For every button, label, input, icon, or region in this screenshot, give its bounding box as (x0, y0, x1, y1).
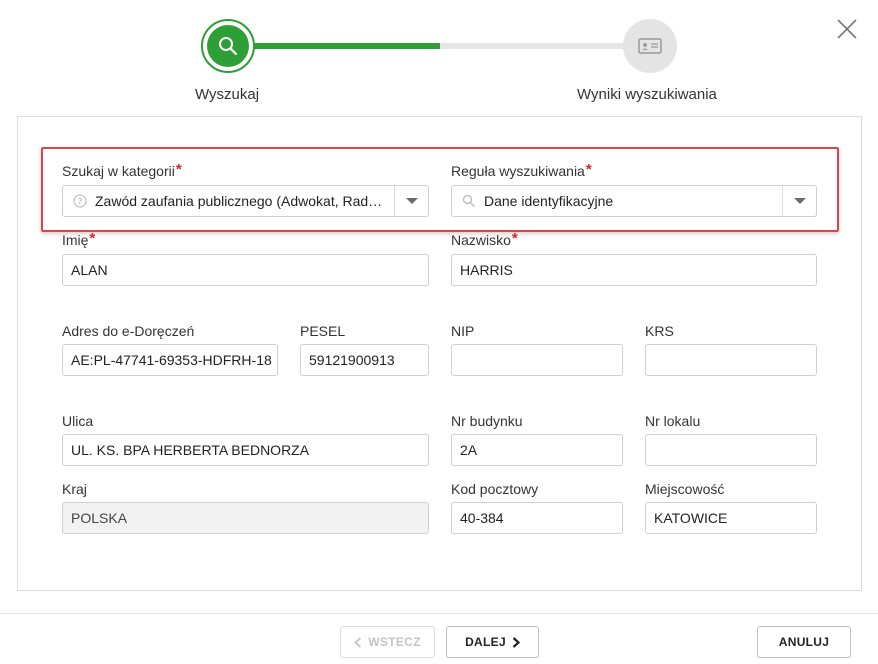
city-input[interactable]: KATOWICE (645, 502, 817, 534)
nip-label: NIP (451, 323, 475, 339)
rule-dropdown-toggle[interactable] (782, 186, 816, 216)
back-button-label: WSTECZ (368, 635, 421, 649)
rule-label: Reguła wyszukiwania* (451, 161, 592, 179)
krs-label: KRS (645, 323, 674, 339)
chevron-down-icon (793, 198, 806, 204)
category-value: Zawód zaufania publicznego (Adwokat, Rad… (95, 193, 394, 209)
footer-divider (0, 613, 878, 614)
building-input[interactable]: 2A (451, 434, 623, 466)
search-icon (462, 194, 475, 207)
postal-code-label: Kod pocztowy (451, 481, 539, 497)
postal-code-input[interactable]: 40-384 (451, 502, 623, 534)
back-button[interactable]: WSTECZ (340, 626, 435, 658)
id-card-icon (638, 38, 662, 54)
help-circle-icon: ? (73, 194, 87, 208)
svg-text:?: ? (78, 198, 83, 208)
first-name-label: Imię* (62, 230, 96, 248)
rule-value: Dane identyfikacyjne (484, 193, 614, 209)
apartment-input[interactable] (645, 434, 817, 466)
step-search[interactable] (201, 19, 255, 73)
first-name-input[interactable]: ALAN (62, 254, 429, 286)
rule-select[interactable]: Dane identyfikacyjne (451, 185, 817, 217)
last-name-label: Nazwisko* (451, 230, 518, 248)
city-label: Miejscowość (645, 481, 725, 497)
close-icon (837, 19, 857, 39)
search-icon (219, 37, 238, 56)
stepper-progress-remaining (440, 43, 626, 49)
stepper-progress-done (250, 43, 440, 49)
street-input[interactable]: UL. KS. BPA HERBERTA BEDNORZA (62, 434, 429, 466)
krs-input[interactable] (645, 344, 817, 376)
category-dropdown-toggle[interactable] (394, 186, 428, 216)
next-button[interactable]: DALEJ (446, 626, 539, 658)
step-label-search: Wyszukaj (195, 86, 260, 103)
chevron-left-icon (354, 636, 362, 648)
cancel-button[interactable]: ANULUJ (757, 626, 851, 658)
edelivery-label: Adres do e-Doręczeń (62, 323, 195, 339)
category-select[interactable]: ? Zawód zaufania publicznego (Adwokat, R… (62, 185, 429, 217)
building-label: Nr budynku (451, 413, 523, 429)
last-name-input[interactable]: HARRIS (451, 254, 817, 286)
cancel-button-label: ANULUJ (778, 635, 830, 649)
step-label-results: Wyniki wyszukiwania (577, 86, 717, 103)
pesel-label: PESEL (300, 323, 346, 339)
country-input: POLSKA (62, 502, 429, 534)
edelivery-input[interactable]: AE:PL-47741-69353-HDFRH-18 (62, 344, 278, 376)
next-button-label: DALEJ (465, 635, 506, 649)
category-label: Szukaj w kategorii* (62, 161, 182, 179)
nip-input[interactable] (451, 344, 623, 376)
chevron-down-icon (405, 198, 418, 204)
pesel-input[interactable]: 59121900913 (300, 344, 429, 376)
chevron-right-icon (512, 636, 520, 648)
close-button[interactable] (836, 18, 858, 40)
street-label: Ulica (62, 413, 94, 429)
step-results[interactable] (623, 19, 677, 73)
apartment-label: Nr lokalu (645, 413, 701, 429)
country-label: Kraj (62, 481, 87, 497)
